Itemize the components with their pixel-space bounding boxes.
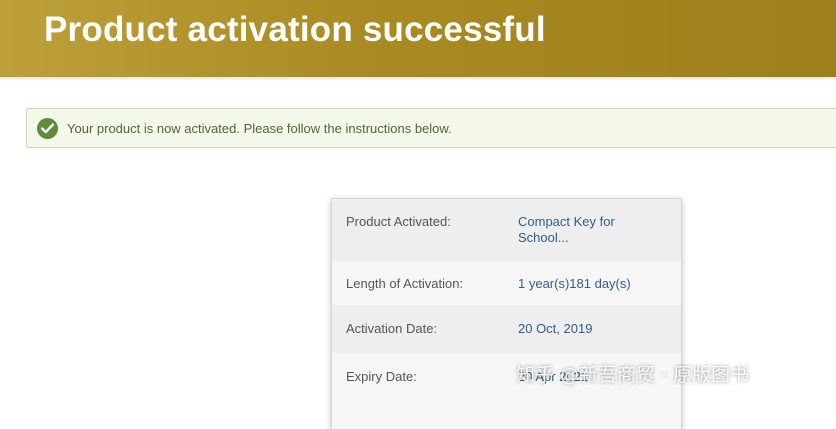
row-length-of-activation: Length of Activation: 1 year(s)181 day(s…	[332, 261, 681, 305]
check-circle-icon	[37, 118, 58, 139]
row-label: Expiry Date:	[346, 369, 417, 384]
page-title: Product activation successful	[44, 10, 546, 49]
success-alert: Your product is now activated. Please fo…	[26, 108, 836, 148]
row-value: 20 Oct, 2019	[518, 321, 593, 336]
row-label: Product Activated:	[346, 214, 451, 229]
alert-message: Your product is now activated. Please fo…	[67, 121, 452, 136]
row-value: Compact Key for School...	[518, 214, 615, 245]
row-label: Length of Activation:	[346, 276, 464, 291]
row-activation-date: Activation Date: 20 Oct, 2019	[332, 305, 681, 353]
row-label: Activation Date:	[346, 321, 438, 336]
row-value: 1 year(s)181 day(s)	[518, 276, 631, 291]
row-product-activated: Product Activated: Compact Key for Schoo…	[332, 199, 681, 261]
watermark: 知乎 @新吾商贸 · 原版图书	[516, 364, 750, 386]
activation-details-card: Product Activated: Compact Key for Schoo…	[331, 198, 682, 429]
header-divider	[0, 77, 836, 81]
page-header: Product activation successful	[0, 0, 836, 77]
